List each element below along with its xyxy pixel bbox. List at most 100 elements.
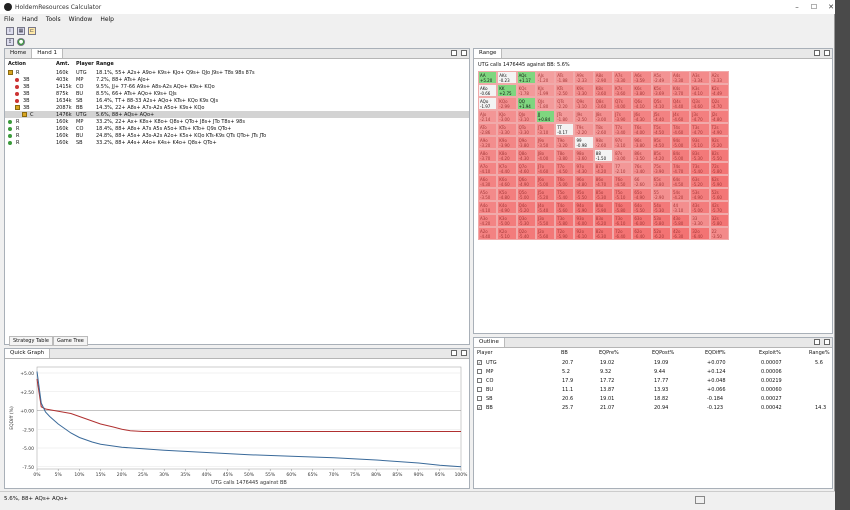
open-icon[interactable]: ⊏ <box>28 27 36 35</box>
outline-minimize-icon[interactable] <box>814 339 820 345</box>
panel-minimize-icon[interactable] <box>451 50 457 56</box>
range-cell[interactable]: 74o -5.80 <box>613 201 633 214</box>
range-cell[interactable]: KTs -2.50 <box>555 84 575 97</box>
table-row[interactable]: 3B 403k MP 7.2%, 88+ ATs+ AJo+ <box>5 76 469 83</box>
range-cell[interactable]: 33 -3.30 <box>690 214 710 227</box>
range-cell[interactable]: 43o -5.80 <box>670 214 691 227</box>
range-cell[interactable]: 42s -5.70 <box>709 201 729 214</box>
range-cell[interactable]: J9s -2.50 <box>574 110 594 123</box>
range-cell[interactable]: 82s -5.50 <box>709 149 729 162</box>
range-cell[interactable]: AJs -1.20 <box>535 71 556 84</box>
table-row[interactable]: 3B 875k BU 8.5%, 66+ ATs+ AQo+ K9s+ QJs <box>5 90 469 97</box>
range-cell[interactable]: 66 -2.60 <box>632 175 652 188</box>
range-cell[interactable]: Q8s -3.60 <box>593 97 614 110</box>
range-cell[interactable]: T5s -4.50 <box>651 123 671 136</box>
range-cell[interactable]: 99 -0.98 <box>574 136 594 149</box>
range-cell[interactable]: A3s -3.34 <box>690 71 710 84</box>
tab-hand-1[interactable]: Hand 1 <box>32 49 63 58</box>
range-cell[interactable]: T6s -4.00 <box>632 123 652 136</box>
range-cell[interactable]: 85o -5.30 <box>593 188 614 201</box>
range-cell[interactable]: 52s -5.60 <box>709 188 729 201</box>
player-checkbox[interactable]: ✓ <box>477 405 482 410</box>
range-cell[interactable]: 83s -5.30 <box>690 149 710 162</box>
range-cell[interactable]: 52o -6.20 <box>651 227 671 240</box>
range-cell[interactable]: 76s -3.40 <box>632 162 652 175</box>
table-row[interactable]: R 160k SB 33.2%, 88+ A4s+ A4o+ K4s+ K4o+ Q8… <box>5 139 469 146</box>
range-cell[interactable]: T2o -5.90 <box>555 227 575 240</box>
range-cell[interactable]: 72o -6.40 <box>613 227 633 240</box>
range-cell[interactable]: A3o -4.20 <box>478 214 498 227</box>
range-cell[interactable]: Q3o -5.30 <box>516 214 536 227</box>
range-cell[interactable]: K5o -4.80 <box>497 188 517 201</box>
range-cell[interactable]: 84s -5.00 <box>670 149 691 162</box>
range-cell[interactable]: J8s -3.00 <box>593 110 614 123</box>
range-cell[interactable]: T4o -5.60 <box>555 201 575 214</box>
range-cell[interactable]: 64s -4.50 <box>670 175 691 188</box>
outline-maximize-icon[interactable] <box>824 339 830 345</box>
range-cell[interactable]: 75o -5.10 <box>613 188 633 201</box>
range-cell[interactable]: J9o -3.50 <box>535 136 556 149</box>
range-cell[interactable]: Q9o -3.80 <box>516 136 536 149</box>
range-cell[interactable]: KK +2.75 <box>497 84 517 97</box>
range-cell[interactable]: A9o -3.20 <box>478 136 498 149</box>
range-cell[interactable]: 65s -3.80 <box>651 175 671 188</box>
range-cell[interactable]: K2s -4.49 <box>709 84 729 97</box>
range-cell[interactable]: K5s -3.69 <box>651 84 671 97</box>
table-row[interactable]: R 160k UTG 18.1%, 55+ A2s+ A9o+ K9s+ KJo+ Q… <box>5 69 469 76</box>
range-cell[interactable]: Q4o -5.20 <box>516 201 536 214</box>
range-cell[interactable]: 63o -6.00 <box>632 214 652 227</box>
menu-help[interactable]: Help <box>96 15 118 25</box>
range-cell[interactable]: 95o -5.50 <box>574 188 594 201</box>
range-cell[interactable]: Q5s -4.10 <box>651 97 671 110</box>
range-cell[interactable]: 53o -5.80 <box>651 214 671 227</box>
range-cell[interactable]: 32o -6.40 <box>690 227 710 240</box>
tab-range[interactable]: Range <box>474 49 503 58</box>
graph-minimize-icon[interactable] <box>451 350 457 356</box>
range-cell[interactable]: J5s -4.40 <box>651 110 671 123</box>
range-cell[interactable]: 92o -6.10 <box>574 227 594 240</box>
range-cell[interactable]: Q8o -4.30 <box>516 149 536 162</box>
range-cell[interactable]: Q5o -5.00 <box>516 188 536 201</box>
range-cell[interactable]: T5o -5.40 <box>555 188 575 201</box>
range-cell[interactable]: AQs +1.17 <box>516 71 536 84</box>
range-cell[interactable]: KQs -1.78 <box>516 84 536 97</box>
range-cell[interactable]: K8s -3.60 <box>593 84 614 97</box>
range-cell[interactable]: 94s -5.00 <box>670 136 691 149</box>
range-cell[interactable]: K9s -3.30 <box>574 84 594 97</box>
range-cell[interactable]: Q6s -4.10 <box>632 97 652 110</box>
tab-home[interactable]: Home <box>5 49 33 58</box>
range-cell[interactable]: T3o -5.80 <box>555 214 575 227</box>
range-cell[interactable]: Q9s -3.10 <box>574 97 594 110</box>
range-cell[interactable]: K3s -4.10 <box>690 84 710 97</box>
player-checkbox[interactable]: ✓ <box>477 360 482 365</box>
range-cell[interactable]: 87o -4.20 <box>593 162 614 175</box>
panel-maximize-icon[interactable] <box>461 50 467 56</box>
range-cell[interactable]: ATs -1.88 <box>555 71 575 84</box>
range-cell[interactable]: 82o -6.30 <box>593 227 614 240</box>
range-cell[interactable]: A7o -4.10 <box>478 162 498 175</box>
info-icon[interactable]: i <box>6 27 14 35</box>
range-cell[interactable]: J4s -4.60 <box>670 110 691 123</box>
range-cell[interactable]: J4o -5.40 <box>535 201 556 214</box>
range-cell[interactable]: K7o -4.40 <box>497 162 517 175</box>
range-cell[interactable]: J5o -5.20 <box>535 188 556 201</box>
range-cell[interactable]: 74s -4.70 <box>670 162 691 175</box>
range-cell[interactable]: J8o -4.00 <box>535 149 556 162</box>
range-cell[interactable]: 73s -5.40 <box>690 162 710 175</box>
range-cell[interactable]: QJs -1.80 <box>535 97 556 110</box>
range-cell[interactable]: TT -0.17 <box>555 123 575 136</box>
range-cell[interactable]: 22 -3.50 <box>709 227 729 240</box>
range-cell[interactable]: 86s -3.50 <box>632 149 652 162</box>
player-checkbox[interactable] <box>477 378 482 383</box>
table-row[interactable]: 3B 2087k BB 14.3%, 22+ A8s+ A7s-A2s A5o+ K9… <box>5 104 469 111</box>
gc-icon[interactable] <box>695 496 705 504</box>
range-cell[interactable]: 32s -5.80 <box>709 214 729 227</box>
range-cell[interactable]: QQ +1.94 <box>516 97 536 110</box>
range-cell[interactable]: 86o -4.70 <box>593 175 614 188</box>
range-cell[interactable]: AKs -0.23 <box>497 71 517 84</box>
range-cell[interactable]: 98o -3.60 <box>574 149 594 162</box>
range-cell[interactable]: 64o -5.50 <box>632 201 652 214</box>
range-cell[interactable]: 96s -3.80 <box>632 136 652 149</box>
tab-quick-graph[interactable]: Quick Graph <box>5 349 51 358</box>
outline-row[interactable]: MP 5.2 9.32 9.44 +0.124 0.00006 <box>474 368 832 377</box>
